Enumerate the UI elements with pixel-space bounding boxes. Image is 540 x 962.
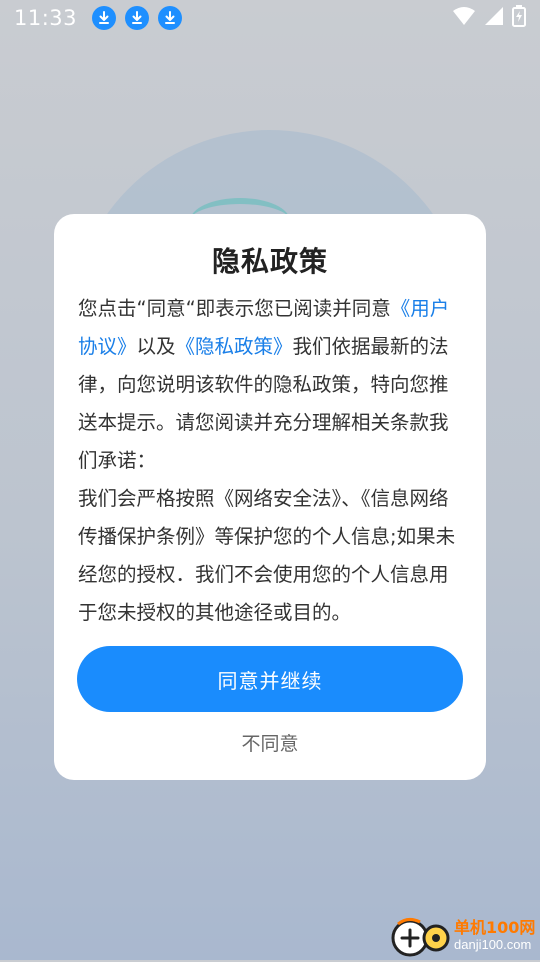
watermark-en: danji100.com [454, 937, 532, 952]
status-left: 11:33 [14, 6, 183, 30]
watermark-cn: 单机100网 [454, 918, 536, 937]
disagree-button[interactable]: 不同意 [54, 724, 486, 760]
watermark: 单机100网 danji100.com [388, 914, 538, 958]
status-right [452, 5, 526, 31]
download-icon [125, 6, 150, 30]
status-bar: 11:33 [0, 0, 540, 36]
battery-charging-icon [512, 5, 526, 31]
watermark-logo [388, 914, 458, 958]
body-text-and: 以及 [136, 335, 176, 358]
agree-continue-button[interactable]: 同意并继续 [77, 646, 463, 712]
dialog-body: 您点击“同意“即表示您已阅读并同意《用户协议》以及《隐私政策》我们依据最新的法律… [78, 290, 462, 632]
body-text-commitment: 我们会严格按照《网络安全法》、《信息网络传播保护条例》等保护您的个人信息;如果未… [78, 487, 456, 624]
watermark-text: 单机100网 danji100.com [454, 919, 535, 953]
status-time: 11:33 [14, 6, 78, 30]
dialog-title: 隐私政策 [211, 245, 328, 278]
wifi-icon [452, 6, 476, 30]
body-text-intro: 您点击“同意“即表示您已阅读并同意 [78, 297, 391, 320]
download-icon [92, 6, 117, 30]
cellular-signal-icon [484, 6, 504, 30]
privacy-policy-link[interactable]: 《隐私政策》 [176, 335, 293, 358]
download-icon [158, 6, 183, 30]
privacy-dialog: 隐私政策 您点击“同意“即表示您已阅读并同意《用户协议》以及《隐私政策》我们依据… [54, 214, 486, 780]
